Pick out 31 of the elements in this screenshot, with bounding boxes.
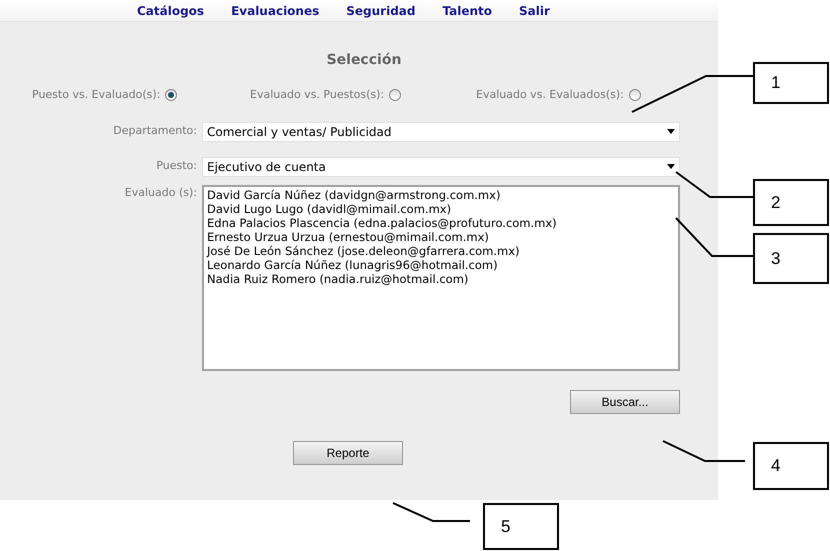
field-label: Departamento:	[112, 123, 198, 140]
dropdown-arrow-icon	[667, 164, 675, 169]
list-item[interactable]: David García Núñez (davidgn@armstrong.com.mx)	[207, 188, 675, 202]
callout-box: 4	[753, 442, 829, 490]
list-item[interactable]: José De León Sánchez (jose.deleon@gfarrera.com.mx)	[207, 244, 675, 258]
list-item[interactable]: Ernesto Urzua Urzua (ernestou@mimail.com.mx)	[207, 230, 675, 244]
list-item[interactable]: Edna Palacios Plascencia (edna.palacios@profuturo.com.mx)	[207, 216, 675, 230]
dropdown-arrow-icon	[667, 129, 675, 134]
nav-link[interactable]: Catálogos	[137, 2, 204, 20]
nav-link[interactable]: Salir	[519, 2, 550, 20]
callout-box: 2	[753, 179, 829, 226]
evaluee-listbox[interactable]	[202, 184, 680, 370]
mode-radio[interactable]: Puesto vs. Evaluado(s):	[32, 87, 250, 104]
position-select[interactable]: Ejecutivo de cuenta	[202, 156, 680, 176]
report-button[interactable]: Reporte	[293, 440, 403, 464]
search-button[interactable]: Buscar...	[570, 390, 680, 414]
field-label: Evaluado (s):	[124, 184, 198, 200]
mode-radio[interactable]: Evaluado vs. Puestos(s):	[250, 87, 476, 104]
nav-link[interactable]: Seguridad	[346, 2, 416, 20]
callout-box: 5	[483, 503, 559, 550]
list-item[interactable]: Nadia Ruiz Romero (nadia.ruiz@hotmail.com)	[207, 272, 675, 286]
nav-link[interactable]: Talento	[442, 2, 492, 20]
mode-radio[interactable]: Evaluado vs. Evaluados(s):	[476, 87, 641, 104]
section-title: Selección	[326, 51, 402, 70]
nav-link[interactable]: Evaluaciones	[231, 2, 320, 20]
field-label: Puesto:	[155, 158, 198, 174]
callout-box: 1	[753, 62, 829, 104]
list-item[interactable]: David Lugo Lugo (davidl@mimail.com.mx)	[207, 202, 675, 216]
department-select[interactable]: Comercial y ventas/ Publicidad	[202, 122, 680, 142]
list-item[interactable]: Leonardo García Núñez (lunagris96@hotmail.com)	[207, 258, 675, 272]
callout-box: 3	[753, 233, 829, 284]
